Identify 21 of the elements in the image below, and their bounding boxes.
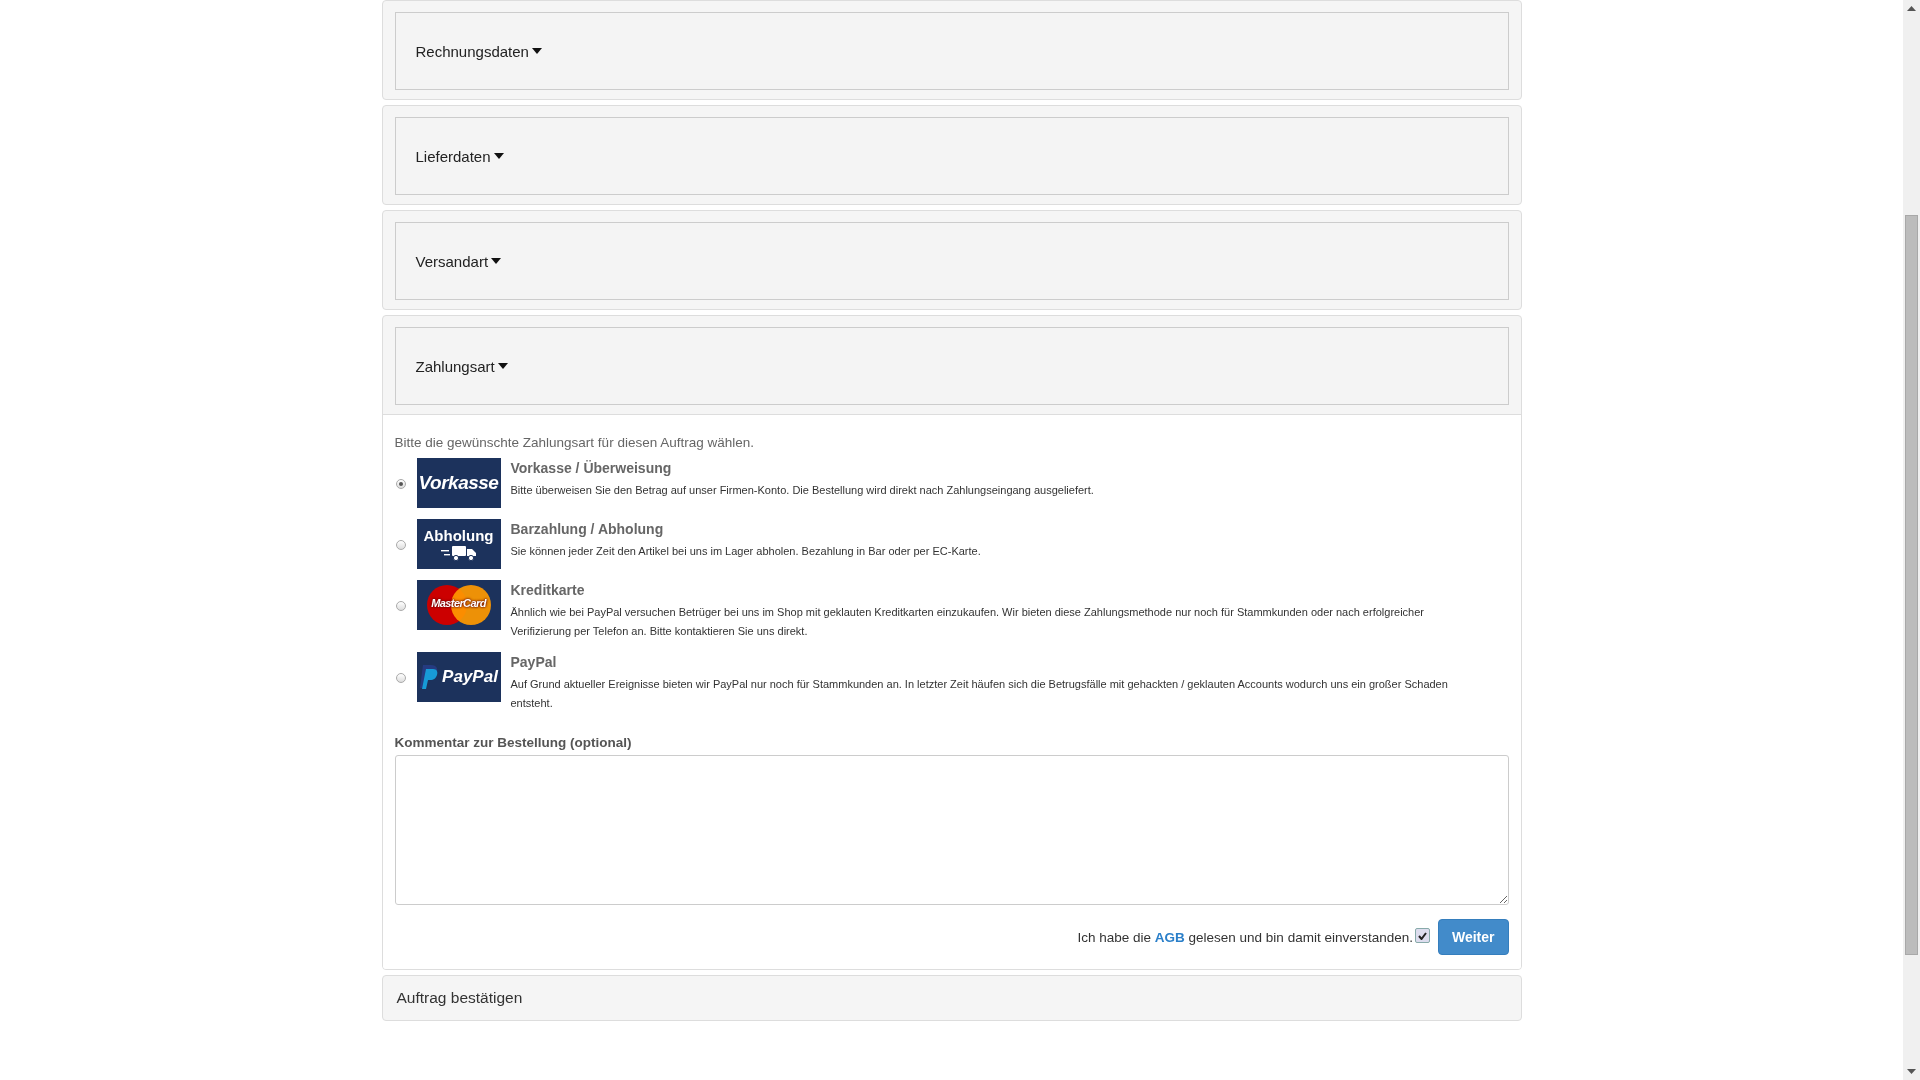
- section-toggle[interactable]: Lieferdaten: [415, 147, 504, 165]
- section-toggle[interactable]: Zahlungsart: [415, 357, 508, 375]
- section-toggle[interactable]: Versandart: [415, 252, 502, 270]
- intro-text: Bitte die gewünschte Zahlungsart für diesen Auftrag wählen.: [394, 435, 755, 450]
- payment-logo: Abholung: [416, 519, 501, 569]
- payment-logo: Vorkasse: [416, 458, 501, 508]
- agreement-text: Ich habe die AGB gelesen und bin damit einverstanden.: [1077, 929, 1413, 945]
- payment-name: Kreditkarte: [510, 582, 586, 598]
- payment-name: Barzahlung / Abholung: [510, 521, 665, 537]
- continue-button[interactable]: Weiter: [1437, 919, 1509, 955]
- payment-description: Ähnlich wie bei PayPal versuchen Betrüger bei uns im Shop mit geklauten Kreditkarten einzukaufen. Wir bieten diese Zahlungsmethode nur noch für Stammkunden oder nach erfolgreicher Verifizierung per Telefon an. Bitte kontaktieren Sie uns direkt.: [510, 605, 1425, 639]
- payment-logo: PayPal: [416, 652, 501, 702]
- payment-description: Sie können jeder Zeit den Artikel bei uns im Lager abholen. Bezahlung in Bar oder per EC-Karte.: [510, 544, 981, 559]
- agb-link[interactable]: AGB: [1154, 929, 1185, 945]
- payment-description: Auf Grund aktueller Ereignisse bieten wir PayPal nur noch für Stammkunden an. In letzter Zeit häufen sich die Betrugsfälle mit gehackten / geklauten Accounts wodurch uns ein großer Schaden entsteht.: [510, 677, 1449, 711]
- payment-name: Vorkasse / Überweisung: [510, 460, 673, 476]
- payment-name: PayPal: [510, 654, 558, 670]
- section-toggle[interactable]: Rechnungsdaten: [415, 42, 542, 60]
- comment-label: Kommentar zur Bestellung (optional): [394, 735, 633, 750]
- step-header[interactable]: Auftrag bestätigen: [381, 975, 1522, 1021]
- payment-description: Bitte überweisen Sie den Betrag auf unser Firmen-Konto. Die Bestellung wird direkt nach Zahlungseingang ausgeliefert.: [510, 483, 1094, 498]
